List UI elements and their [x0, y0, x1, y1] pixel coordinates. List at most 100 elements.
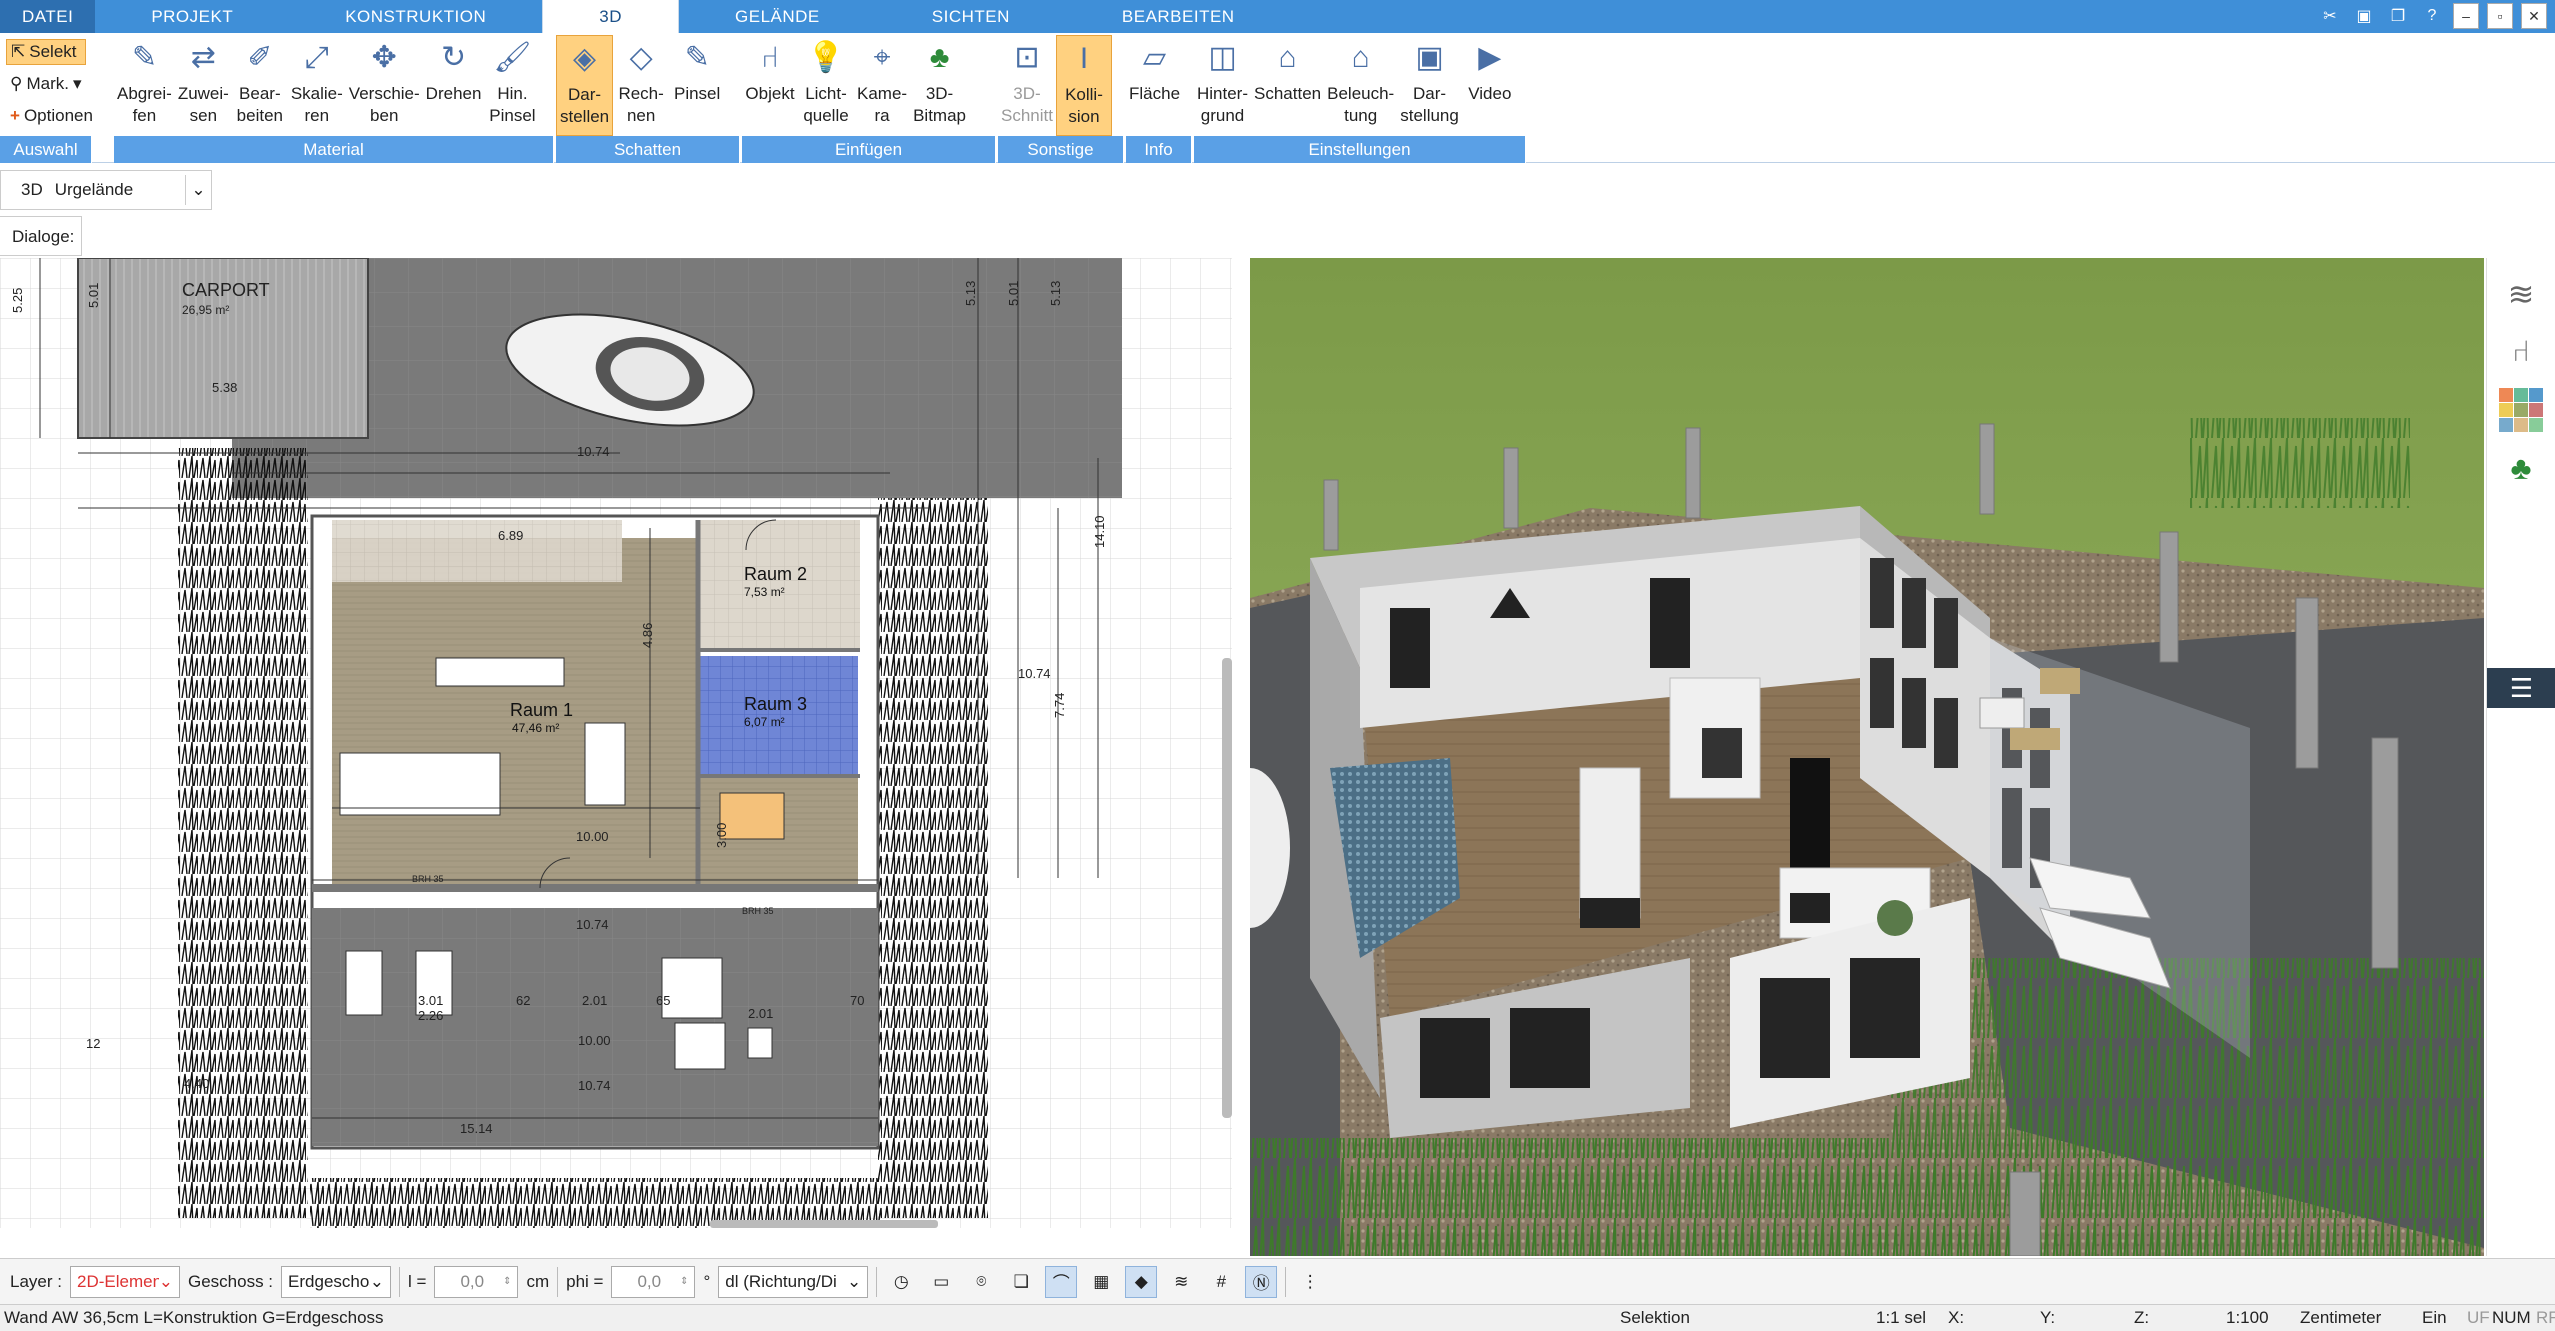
- button-label: sen: [189, 106, 218, 125]
- camera-icon: ⌖: [873, 41, 891, 74]
- tab-sichten[interactable]: SICHTEN: [876, 0, 1066, 33]
- button-label: 3D-: [925, 84, 954, 103]
- geschoss-select[interactable]: Erdgeschos ⌄: [281, 1265, 392, 1298]
- button-label: Objekt: [745, 84, 795, 103]
- app-window: DATEI PROJEKT KONSTRUKTION 3D GELÄNDE SI…: [0, 0, 2555, 1331]
- material-button-4[interactable]: ✥ Verschie-ben: [346, 35, 423, 136]
- grid-icon[interactable]: #: [1205, 1266, 1237, 1298]
- einfuegen-button-0[interactable]: ⑁ Objekt: [742, 35, 798, 136]
- floor-plan-2d[interactable]: CARPORT 26,95 m² 5.38 5.25 5.01 10.74 5.…: [0, 258, 1232, 1228]
- status-x: X:: [1948, 1308, 1965, 1327]
- material-button-5[interactable]: ↻ Drehen: [423, 35, 485, 136]
- einfuegen-button-1[interactable]: 💡 Licht-quelle: [798, 35, 854, 136]
- sonstige-button-1[interactable]: I Kolli-sion: [1055, 35, 1112, 136]
- length-input[interactable]: 0,0 ⇕: [434, 1265, 519, 1298]
- mark-button[interactable]: ⚲ Mark. ▾: [6, 71, 86, 97]
- menu-icon[interactable]: ☰: [2487, 668, 2555, 708]
- tree-icon[interactable]: ♣: [2499, 446, 2543, 490]
- chevron-down-icon: ▾: [72, 74, 82, 93]
- tab-bearbeiten[interactable]: BEARBEITEN: [1066, 0, 1291, 33]
- einstellungen-button-3[interactable]: ▣ Dar-stellung: [1397, 35, 1462, 136]
- options-button[interactable]: + Optionen: [6, 103, 93, 129]
- spinner-icon[interactable]: ⇕: [680, 1276, 688, 1287]
- chair-icon[interactable]: ⑁: [2499, 330, 2543, 374]
- cursor-icon: ⇱: [11, 42, 26, 61]
- minimize-button[interactable]: –: [2453, 3, 2479, 29]
- button-label: ren: [304, 106, 330, 125]
- einstellungen-button-2[interactable]: ⌂ Beleuch-tung: [1324, 35, 1397, 136]
- button-label: Zuwei-: [177, 84, 229, 103]
- button-label: stellen: [560, 107, 610, 126]
- material-button-6[interactable]: 🖌 Hin. Pinsel: [484, 35, 540, 136]
- view-selector[interactable]: 3D Urgelände ⌄: [0, 170, 212, 210]
- button-label: ben: [370, 106, 399, 125]
- svg-text:62: 62: [516, 993, 530, 1008]
- tab-3d[interactable]: 3D: [542, 0, 680, 33]
- right-tool-strip: ≋ ⑁ ♣ ☰: [2486, 258, 2555, 1256]
- button-label: sion: [1068, 107, 1100, 126]
- materials-icon[interactable]: [2499, 388, 2543, 432]
- help-icon[interactable]: ?: [2419, 3, 2445, 29]
- schatten-button-1[interactable]: ◇ Rech-nen: [613, 35, 669, 136]
- tools-icon[interactable]: ✂: [2317, 3, 2343, 29]
- schatten-button-2[interactable]: ✎ Pinsel: [669, 35, 725, 136]
- close-button[interactable]: ✕: [2521, 3, 2547, 29]
- tab-gelaende[interactable]: GELÄNDE: [679, 0, 876, 33]
- bottom-toolbar: Layer : 2D-Element ⌄ Geschoss : Erdgescho…: [0, 1258, 2555, 1304]
- info-button-0[interactable]: ▱ Fläche: [1126, 35, 1183, 136]
- button-label: 3D-: [1013, 84, 1041, 103]
- phi-input[interactable]: 0,0 ⇕: [611, 1265, 696, 1298]
- separator: [876, 1266, 878, 1297]
- svg-text:2.01: 2.01: [582, 993, 607, 1008]
- carport-area: 26,95 m²: [182, 303, 229, 317]
- einstellungen-button-4[interactable]: ▶ Video: [1462, 35, 1518, 136]
- select-button[interactable]: ⇱ Selekt: [6, 39, 86, 65]
- screen-icon[interactable]: ▭: [925, 1266, 957, 1298]
- button-label: Dar-: [1413, 84, 1447, 103]
- camera-icon[interactable]: ⌾: [965, 1266, 997, 1298]
- room2-area: 7,53 m²: [744, 585, 785, 599]
- lighting-icon: ⌂: [1351, 41, 1370, 74]
- house-3d-render: [1250, 258, 2484, 1256]
- snap-icon[interactable]: ⌒: [1045, 1265, 1078, 1298]
- layers-icon[interactable]: ≋: [2499, 272, 2543, 316]
- tab-projekt[interactable]: PROJEKT: [95, 0, 289, 33]
- window-icon[interactable]: ▣: [2351, 3, 2377, 29]
- einfuegen-button-3[interactable]: ♣ 3D- Bitmap: [910, 35, 969, 136]
- layer-select[interactable]: 2D-Element ⌄: [69, 1265, 180, 1298]
- spinner-icon[interactable]: ⇕: [503, 1276, 511, 1287]
- restore-icon[interactable]: ❐: [2385, 3, 2411, 29]
- object-icon: ⑁: [761, 41, 779, 74]
- chevron-down-icon[interactable]: ⌄: [185, 175, 211, 205]
- viewport-3d[interactable]: [1250, 258, 2484, 1256]
- tab-konstruktion[interactable]: KONSTRUKTION: [289, 0, 542, 33]
- tab-datei[interactable]: DATEI: [0, 0, 96, 33]
- einstellungen-button-1[interactable]: ⌂ Schatten: [1251, 35, 1324, 136]
- brush-icon: 🖌: [493, 41, 532, 74]
- einfuegen-button-2[interactable]: ⌖ Kame-ra: [854, 35, 910, 136]
- svg-text:10.00: 10.00: [578, 1033, 611, 1048]
- copy-icon[interactable]: ❏: [1005, 1266, 1037, 1298]
- button-label: Hin.: [497, 84, 528, 103]
- schatten-button-0[interactable]: ◈ Dar-stellen: [556, 35, 614, 136]
- more-icon[interactable]: ⋮: [1294, 1266, 1326, 1298]
- layer-plane-icon[interactable]: ◆: [1125, 1265, 1158, 1298]
- group-label-sonstige: Sonstige: [998, 136, 1124, 163]
- maximize-button[interactable]: ▫: [2487, 3, 2513, 29]
- material-button-3[interactable]: ⤢ Skalie-ren: [288, 35, 346, 136]
- einstellungen-button-0[interactable]: ◫ Hinter-grund: [1194, 35, 1251, 136]
- stack-icon[interactable]: ≋: [1165, 1266, 1197, 1298]
- north-icon[interactable]: Ⓝ: [1245, 1265, 1278, 1298]
- room1-area: 47,46 m²: [512, 721, 559, 735]
- material-button-1[interactable]: ⇄ Zuwei-sen: [175, 35, 232, 136]
- clock-icon[interactable]: ◷: [885, 1266, 917, 1298]
- group-einstellungen: ◫ Hinter-grund ⌂ Schatten ⌂ Beleuch-tung ▣ Dar-…: [1194, 33, 1526, 163]
- hatch-icon[interactable]: ▦: [1085, 1266, 1117, 1298]
- assign-icon: ⇄: [190, 41, 216, 74]
- material-button-2[interactable]: ✐ Bear-beiten: [232, 35, 288, 136]
- direction-select[interactable]: dl (Richtung/Di ⌄: [718, 1265, 869, 1298]
- sonstige-button-0[interactable]: ⊡ 3D- Schnitt: [998, 35, 1056, 136]
- area-icon: ▱: [1142, 41, 1167, 74]
- button-label: beiten: [236, 106, 283, 125]
- material-button-0[interactable]: ✎ Abgrei-fen: [114, 35, 175, 136]
